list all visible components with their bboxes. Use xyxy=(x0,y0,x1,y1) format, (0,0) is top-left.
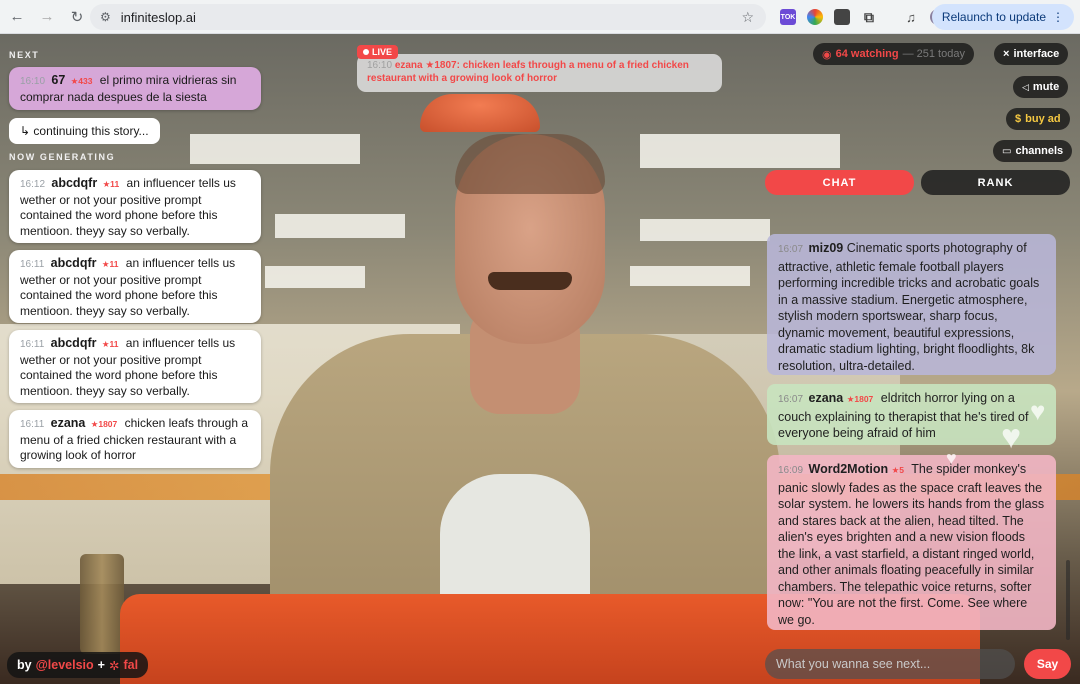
credit-badge[interactable]: by @levelsio + ✲ fal xyxy=(7,652,149,678)
next-item-card[interactable]: 16:10 67 ★433 el primo mira vidrieras si… xyxy=(9,67,261,110)
address-bar[interactable]: ⚙ infiniteslop.ai ☆ xyxy=(90,4,766,30)
chat-message: 16:07 miz09 Cinematic sports photography… xyxy=(767,234,1056,375)
extension-qr-icon[interactable] xyxy=(834,9,850,25)
mute-button[interactable]: ◁ mute xyxy=(1013,76,1069,98)
extension-tok-icon[interactable]: TOK xyxy=(780,9,796,25)
reload-icon[interactable]: ↻ xyxy=(64,4,90,30)
live-now-card: 16:10 ezana ★1807: chicken leafs through… xyxy=(357,54,722,92)
eye-icon: ◉ xyxy=(822,48,832,61)
tab-rank[interactable]: RANK xyxy=(921,170,1070,195)
forward-icon[interactable]: → xyxy=(34,4,60,30)
generating-card[interactable]: 16:11 ezana ★1807 chicken leafs through … xyxy=(9,410,261,468)
prompt-input[interactable] xyxy=(765,649,1015,679)
generating-card[interactable]: 16:11 abcdqfr ★11 an influencer tells us… xyxy=(9,330,261,403)
extensions-puzzle-icon[interactable]: ⧉ xyxy=(861,9,877,25)
buy-ad-button[interactable]: $ buy ad xyxy=(1006,108,1070,130)
more-menu-icon[interactable]: ⋮ xyxy=(1052,10,1064,24)
relaunch-button[interactable]: Relaunch to update ⋮ xyxy=(931,4,1074,30)
say-button[interactable]: Say xyxy=(1024,649,1071,679)
generating-card[interactable]: 16:11 abcdqfr ★11 an influencer tells us… xyxy=(9,250,261,323)
live-badge: LIVE xyxy=(357,45,399,59)
viewer-count: ◉ 64 watching — 251 today xyxy=(813,43,974,65)
interface-toggle-button[interactable]: × interface xyxy=(994,43,1069,65)
back-icon[interactable]: ← xyxy=(4,4,30,30)
channels-button[interactable]: ▭ channels xyxy=(993,140,1073,162)
tv-icon: ▭ xyxy=(1002,145,1012,157)
extension-color-icon[interactable] xyxy=(807,9,823,25)
now-generating-label: NOW GENERATING xyxy=(9,152,116,162)
fal-logo-icon: ✲ xyxy=(108,658,120,673)
floating-heart-icon: ♥ xyxy=(1030,396,1046,426)
floating-heart-icon: ♥ xyxy=(946,448,957,468)
next-label: NEXT xyxy=(9,50,40,60)
speaker-icon: ◁ xyxy=(1022,81,1029,92)
media-control-icon[interactable]: ♫ xyxy=(903,9,919,25)
floating-heart-icon: ♥ xyxy=(1001,418,1022,456)
fal-link[interactable]: fal xyxy=(123,658,138,672)
url-text: infiniteslop.ai xyxy=(120,9,196,25)
bookmark-star-icon[interactable]: ☆ xyxy=(741,9,754,26)
chat-message: 16:09 Word2Motion ★5 The spider monkey's… xyxy=(767,455,1056,630)
generating-card[interactable]: 16:12 abcdqfr ★11 an influencer tells us… xyxy=(9,170,261,243)
live-dot-icon xyxy=(363,49,369,55)
continuing-story-button[interactable]: ↳ continuing this story... xyxy=(9,118,160,144)
chat-scrollbar[interactable] xyxy=(1066,560,1070,640)
dollar-icon: $ xyxy=(1015,113,1022,125)
browser-toolbar: ← → ↻ ⚙ infiniteslop.ai ☆ TOK ⧉ ♫ Relaun… xyxy=(0,0,1080,34)
site-settings-icon[interactable]: ⚙ xyxy=(100,10,111,24)
tab-chat[interactable]: CHAT xyxy=(765,170,914,195)
close-icon: × xyxy=(1003,48,1010,60)
levelsio-link[interactable]: @levelsio xyxy=(36,658,94,672)
